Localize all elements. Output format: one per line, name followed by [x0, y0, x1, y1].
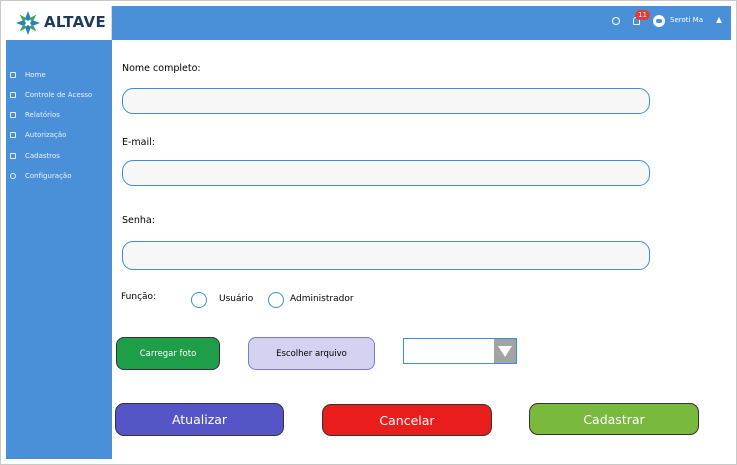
dropdown-arrow-icon[interactable]	[494, 339, 516, 363]
role-option-user-label: Usuário	[219, 294, 254, 304]
upload-photo-button[interactable]: Carregar foto	[116, 337, 220, 370]
sidebar-item-label: Configuração	[25, 172, 72, 180]
sidebar-item-registrations[interactable]: Cadastros	[10, 150, 60, 162]
sidebar	[6, 40, 112, 459]
sidebar-item-label: Autorização	[25, 131, 67, 139]
role-radio-user[interactable]	[191, 292, 207, 308]
update-button[interactable]: Atualizar	[115, 403, 284, 436]
password-label: Senha:	[122, 215, 155, 226]
user-name[interactable]: Seroti Ma	[670, 16, 703, 24]
clock-icon[interactable]	[612, 17, 620, 25]
sidebar-item-authorization[interactable]: Autorização	[10, 129, 66, 141]
document-icon	[10, 112, 16, 118]
sidebar-item-settings[interactable]: Configuração	[10, 170, 71, 182]
email-label: E-mail:	[122, 137, 155, 148]
caret-up-icon[interactable]	[716, 17, 722, 23]
name-label: Nome completo:	[122, 63, 201, 74]
sidebar-item-home[interactable]: Home	[10, 69, 46, 81]
name-field[interactable]	[122, 88, 650, 114]
avatar[interactable]	[653, 15, 665, 27]
role-radio-admin[interactable]	[268, 292, 284, 308]
altave-logo-icon	[16, 11, 40, 35]
role-label: Função:	[121, 292, 157, 302]
sidebar-item-label: Controle de Acesso	[25, 91, 93, 99]
password-field[interactable]	[122, 241, 650, 270]
role-option-admin-label: Administrador	[290, 294, 354, 304]
register-button[interactable]: Cadastrar	[529, 403, 699, 435]
sidebar-item-label: Relatórios	[25, 111, 60, 119]
card-icon	[10, 92, 16, 98]
check-box-icon	[10, 153, 16, 159]
cancel-button[interactable]: Cancelar	[322, 404, 492, 436]
sidebar-item-label: Home	[25, 71, 46, 79]
email-field[interactable]	[122, 160, 650, 186]
gear-icon	[10, 173, 16, 179]
sidebar-item-label: Cadastros	[25, 152, 60, 160]
brand-logo[interactable]: ALTAVE	[6, 6, 112, 40]
sidebar-item-reports[interactable]: Relatórios	[10, 109, 60, 121]
top-bar	[6, 6, 731, 40]
file-select[interactable]	[403, 338, 517, 364]
brand-name: ALTAVE	[44, 13, 106, 31]
sidebar-item-access-control[interactable]: Controle de Acesso	[10, 89, 92, 101]
checklist-icon	[10, 132, 16, 138]
home-icon	[10, 72, 16, 78]
choose-file-button[interactable]: Escolher arquivo	[248, 337, 375, 370]
notification-badge: 11	[635, 10, 650, 20]
